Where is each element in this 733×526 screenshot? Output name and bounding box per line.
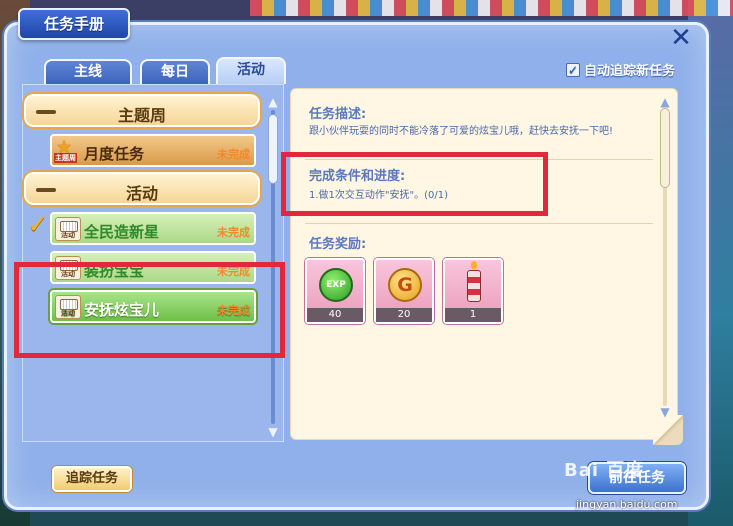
detail-scrollbar[interactable]: ▲ ▼ [658, 96, 672, 418]
scroll-up-icon[interactable]: ▲ [267, 96, 279, 108]
exp-icon: EXP [319, 268, 353, 302]
scroll-thumb[interactable] [660, 108, 670, 188]
page-curl [653, 415, 683, 445]
reward-title: 任务奖励: [309, 237, 367, 252]
task-item-label: 月度任务 [84, 145, 145, 163]
description-text: 跟小伙伴玩耍的同时不能冷落了可爱的炫宝儿哦，赶快去安抚一下吧! [309, 126, 614, 137]
watermark-logo: Bai 百度 [564, 460, 645, 481]
category-label: 活动 [125, 184, 158, 203]
task-item-label: 全民造新星 [84, 223, 160, 241]
watermark-url: jingyan.baidu.com [576, 498, 678, 511]
scroll-down-icon[interactable]: ▼ [267, 426, 279, 438]
scroll-up-icon[interactable]: ▲ [659, 96, 671, 108]
reward-exp[interactable]: EXP 40 [305, 258, 365, 324]
task-status: 未完成 [217, 226, 250, 239]
description-title: 任务描述: [309, 107, 367, 122]
scroll-down-icon[interactable]: ▼ [659, 406, 671, 418]
candle-icon [467, 261, 481, 302]
reward-gold[interactable]: G 20 [374, 258, 434, 324]
annotation-box-condition [281, 152, 548, 216]
checkmark-icon: ✓ [27, 210, 49, 240]
reward-count: 20 [376, 308, 432, 322]
auto-track-checkbox[interactable]: ✓ [566, 62, 580, 77]
reward-count: 40 [307, 308, 363, 322]
tab-daily[interactable]: 每日 [140, 59, 210, 84]
category-theme-week[interactable]: 主题周 [24, 94, 260, 127]
category-label: 主题周 [117, 106, 166, 125]
event-badge-icon: 活动 [55, 217, 81, 241]
theme-week-badge: 主题周 [54, 153, 77, 163]
annotation-box-task [14, 262, 285, 358]
reward-count: 1 [445, 308, 501, 322]
close-icon[interactable]: ✕ [668, 25, 694, 52]
tab-main-quest[interactable]: 主线 [44, 59, 132, 84]
window-title: 任务手册 [18, 8, 130, 40]
track-task-button[interactable]: 追踪任务 [52, 466, 132, 492]
auto-track-label: 自动追踪新任务 [584, 64, 676, 79]
auto-track-toggle[interactable]: ✓ 自动追踪新任务 [566, 60, 675, 79]
tab-event[interactable]: 活动 [216, 57, 286, 84]
task-item-monthly[interactable]: ★ 主题周 月度任务 未完成 [50, 134, 256, 167]
task-status: 未完成 [217, 148, 250, 161]
gold-coin-icon: G [388, 268, 422, 302]
divider [305, 223, 653, 224]
scroll-thumb[interactable] [268, 114, 278, 184]
bunting-decoration [250, 0, 733, 16]
category-event[interactable]: 活动 [24, 172, 260, 205]
task-item-new-star[interactable]: 活动 全民造新星 未完成 [50, 212, 256, 245]
reward-candle[interactable]: 1 [443, 258, 503, 324]
